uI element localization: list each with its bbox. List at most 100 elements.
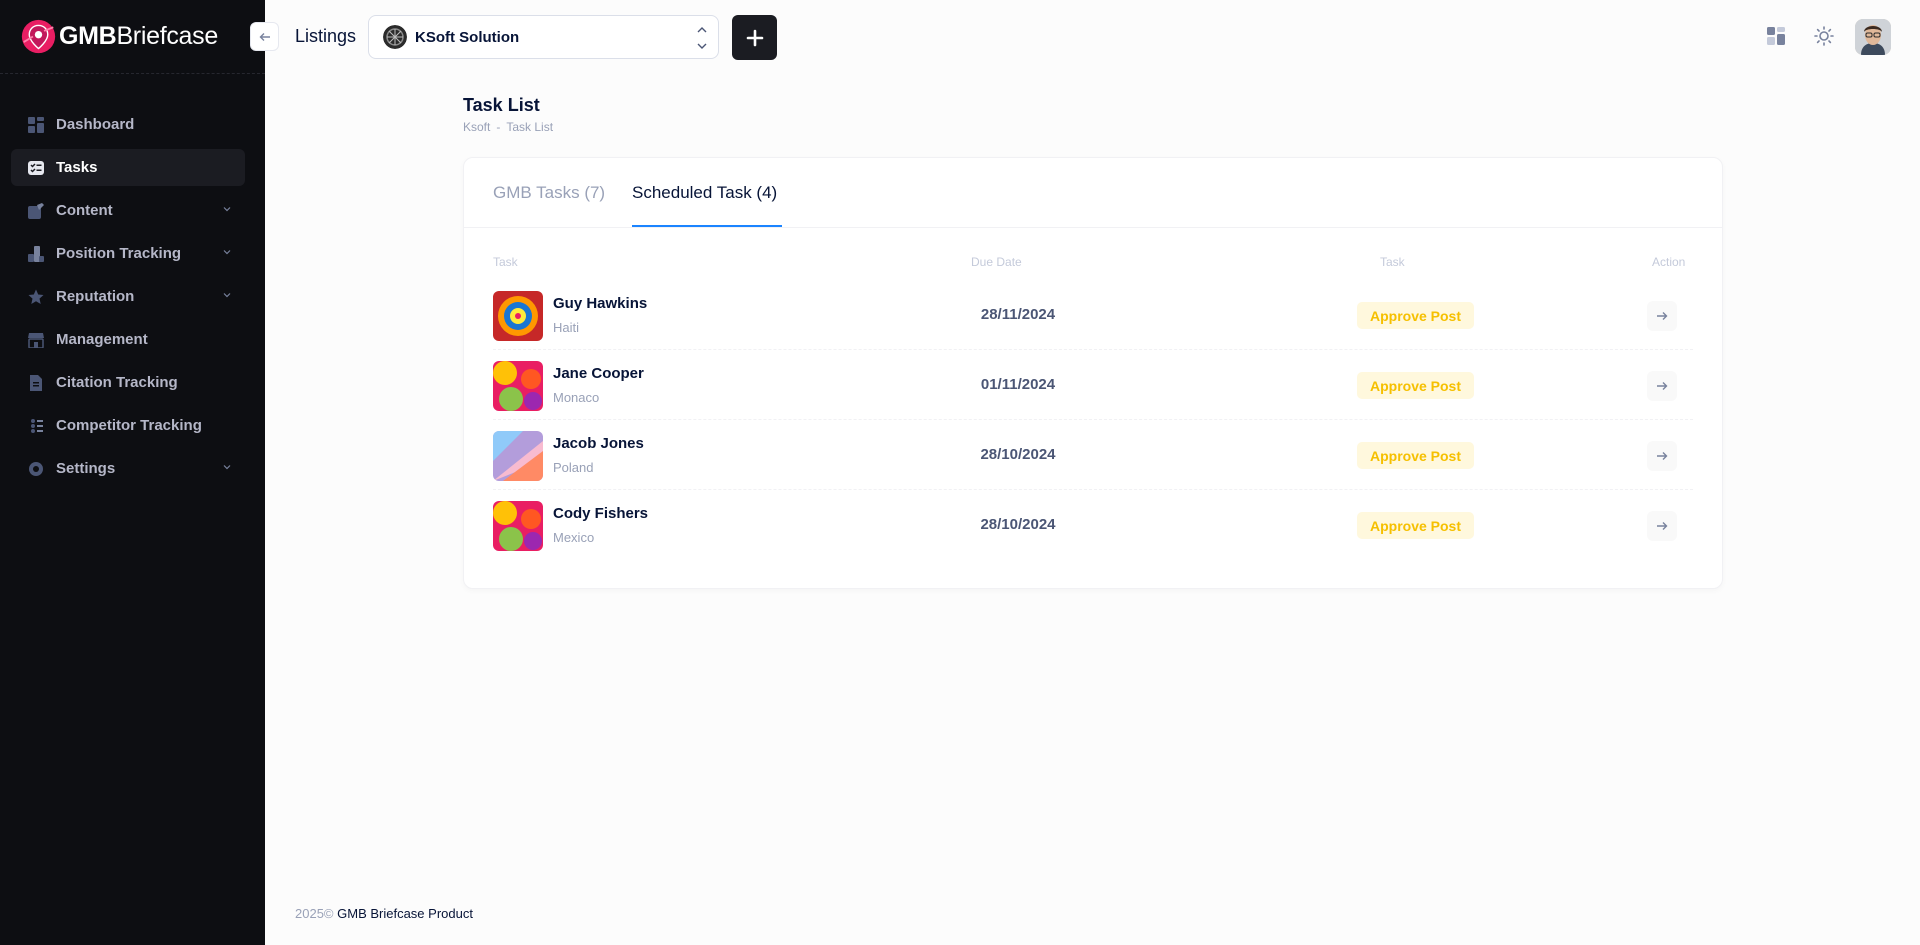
- task-thumbnail: [493, 501, 543, 551]
- arrow-left-icon: [259, 32, 270, 41]
- task-list-card: GMB Tasks (7) Scheduled Task (4) Task Du…: [463, 157, 1723, 589]
- footer-year: 2025©: [295, 906, 334, 921]
- document-icon: [28, 374, 44, 391]
- arrow-right-icon: [1657, 382, 1668, 390]
- sidebar-item-label: Reputation: [56, 288, 135, 305]
- sidebar-item-label: Position Tracking: [56, 245, 182, 262]
- column-header-action: Action: [1652, 255, 1686, 269]
- due-date: 28/11/2024: [980, 306, 1056, 323]
- sidebar-item-settings[interactable]: Settings: [11, 450, 245, 487]
- footer-product-link[interactable]: GMB Briefcase Product: [337, 906, 473, 921]
- arrow-right-icon: [1657, 522, 1668, 530]
- listings-label: Listings: [295, 26, 357, 46]
- sidebar-item-position-tracking[interactable]: Position Tracking: [11, 235, 245, 272]
- sidebar-item-management[interactable]: Management: [11, 321, 245, 358]
- status-badge: Approve Post: [1357, 372, 1474, 399]
- sidebar-item-label: Dashboard: [56, 116, 135, 133]
- task-country: Monaco: [553, 390, 600, 405]
- sidebar-item-label: Content: [56, 202, 113, 219]
- sidebar-item-label: Citation Tracking: [56, 374, 178, 391]
- due-date: 01/11/2024: [980, 376, 1056, 393]
- user-avatar-image: [1855, 19, 1891, 55]
- sidebar-item-label: Management: [56, 331, 148, 348]
- sidebar-item-label: Tasks: [56, 159, 98, 176]
- tab-bar: GMB Tasks (7) Scheduled Task (4): [464, 158, 1722, 228]
- sidebar-item-citation-tracking[interactable]: Citation Tracking: [11, 364, 245, 401]
- task-country: Poland: [553, 460, 594, 475]
- column-header-task-type: Task: [1380, 255, 1405, 269]
- breadcrumb-separator: -: [496, 120, 501, 134]
- listing-select[interactable]: KSoft Solution: [368, 15, 719, 59]
- map-pin-logo-icon: [21, 19, 56, 54]
- brand-logo[interactable]: GMBBriefcase: [0, 0, 265, 74]
- task-name: Jacob Jones: [553, 435, 644, 452]
- store-icon: [28, 332, 44, 348]
- table-row: Jane Cooper Monaco 01/11/2024 Approve Po…: [493, 350, 1693, 420]
- task-thumbnail: [493, 431, 543, 481]
- tab-scheduled-task[interactable]: Scheduled Task (4): [632, 183, 777, 203]
- arrow-right-icon: [1657, 452, 1668, 460]
- row-action-button[interactable]: [1647, 511, 1677, 541]
- task-country: Haiti: [553, 320, 580, 335]
- task-thumbnail: [493, 361, 543, 411]
- sun-icon: [1814, 26, 1834, 46]
- column-header-due-date: Due Date: [971, 255, 1022, 269]
- user-avatar[interactable]: [1855, 19, 1891, 55]
- tab-gmb-tasks[interactable]: GMB Tasks (7): [493, 183, 605, 203]
- breadcrumb: Ksoft - Task List: [463, 120, 553, 134]
- chevron-down-icon: [223, 250, 231, 255]
- chevron-down-icon: [223, 293, 231, 298]
- settings-icon: [28, 461, 44, 477]
- add-listing-button[interactable]: [732, 15, 777, 60]
- page-title: Task List: [463, 95, 540, 115]
- sidebar-nav: Dashboard Tasks Content Position Trackin…: [0, 74, 265, 487]
- sidebar-item-dashboard[interactable]: Dashboard: [11, 106, 245, 143]
- star-icon: [28, 289, 44, 305]
- sidebar-item-tasks[interactable]: Tasks: [11, 149, 245, 186]
- sidebar-collapse-button[interactable]: [250, 22, 279, 51]
- chevron-down-icon: [223, 465, 231, 470]
- position-tracking-icon: [28, 245, 44, 262]
- content-icon: [28, 202, 44, 219]
- due-date: 28/10/2024: [980, 516, 1056, 533]
- task-name: Cody Fishers: [553, 505, 649, 522]
- task-name: Guy Hawkins: [553, 295, 648, 312]
- tasks-icon: [28, 160, 44, 176]
- arrow-right-icon: [1657, 312, 1668, 320]
- breadcrumb-item[interactable]: Ksoft: [463, 120, 490, 134]
- table-row: Jacob Jones Poland 28/10/2024 Approve Po…: [493, 420, 1693, 490]
- row-action-button[interactable]: [1647, 301, 1677, 331]
- table-row: Cody Fishers Mexico 28/10/2024 Approve P…: [493, 490, 1693, 560]
- status-badge: Approve Post: [1357, 442, 1474, 469]
- chevron-up-down-icon: [697, 27, 707, 49]
- table-row: Guy Hawkins Haiti 28/11/2024 Approve Pos…: [493, 280, 1693, 350]
- footer: 2025© GMB Briefcase Product: [295, 906, 473, 921]
- sidebar-item-label: Settings: [56, 460, 116, 477]
- theme-toggle-button[interactable]: [1812, 24, 1836, 48]
- row-action-button[interactable]: [1647, 441, 1677, 471]
- chevron-down-icon: [223, 207, 231, 212]
- apps-grid-button[interactable]: [1764, 24, 1788, 48]
- apps-grid-icon: [1767, 27, 1785, 45]
- due-date: 28/10/2024: [980, 446, 1056, 463]
- column-header-task: Task: [493, 255, 518, 269]
- task-name: Jane Cooper: [553, 365, 644, 382]
- status-badge: Approve Post: [1357, 512, 1474, 539]
- dashboard-icon: [28, 116, 44, 133]
- plus-icon: [746, 29, 763, 46]
- active-tab-indicator: [632, 225, 782, 227]
- brand-text-bold: GMB: [59, 22, 117, 50]
- sidebar-item-competitor-tracking[interactable]: Competitor Tracking: [11, 407, 245, 444]
- brand-text-light: Briefcase: [116, 22, 218, 50]
- listing-select-value: KSoft Solution: [415, 28, 520, 46]
- row-action-button[interactable]: [1647, 371, 1677, 401]
- listing-logo-icon: [383, 25, 407, 49]
- sidebar-item-reputation[interactable]: Reputation: [11, 278, 245, 315]
- sidebar-item-label: Competitor Tracking: [56, 417, 202, 434]
- status-badge: Approve Post: [1357, 302, 1474, 329]
- task-country: Mexico: [553, 530, 595, 545]
- sidebar-item-content[interactable]: Content: [11, 192, 245, 229]
- competitor-icon: [28, 418, 44, 434]
- breadcrumb-item: Task List: [506, 120, 554, 134]
- sidebar: GMBBriefcase Dashboard Tasks Content Pos…: [0, 0, 265, 945]
